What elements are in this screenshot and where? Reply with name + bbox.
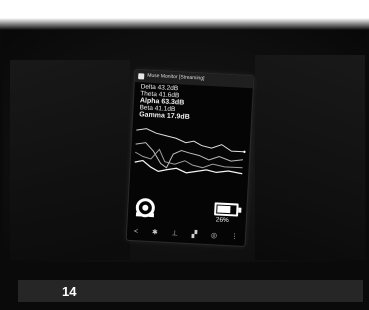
- phone-screen: Muse Monitor [Streaming] Delta 43.2dB Th…: [125, 68, 255, 248]
- status-area: 26% < ✱ ⊥ ▞ ◎ ⋮: [127, 188, 248, 246]
- share-icon[interactable]: <: [134, 228, 138, 235]
- white-top-band: [0, 0, 369, 30]
- record-icon[interactable]: ▞: [192, 231, 198, 238]
- eeg-graph: [134, 128, 246, 175]
- trace-1: [136, 128, 244, 153]
- battery-percent: 26%: [215, 216, 229, 225]
- app-icon: [138, 73, 145, 80]
- target-icon[interactable]: ◎: [211, 232, 217, 239]
- page-number: 14: [62, 284, 77, 299]
- marker-icon[interactable]: ⊥: [172, 230, 178, 237]
- background-wall-right: [255, 55, 365, 260]
- battery-icon: [214, 202, 239, 217]
- battery-fill: [217, 205, 231, 214]
- app-title: Muse Monitor [Streaming]: [147, 72, 205, 82]
- settings-icon[interactable]: ✱: [152, 229, 158, 236]
- bottom-toolbar: < ✱ ⊥ ▞ ◎ ⋮: [127, 224, 246, 244]
- headband-icon[interactable]: [134, 196, 157, 219]
- caption-bar: 14: [18, 280, 363, 302]
- background-wall-left: [10, 60, 130, 260]
- graph-end-dot: [243, 150, 246, 154]
- more-icon[interactable]: ⋮: [231, 233, 238, 240]
- band-readout-list: Delta 43.2dB Theta 41.6dB Alpha 63.3dB B…: [139, 83, 191, 121]
- band-gamma: Gamma 17.9dB: [139, 111, 190, 121]
